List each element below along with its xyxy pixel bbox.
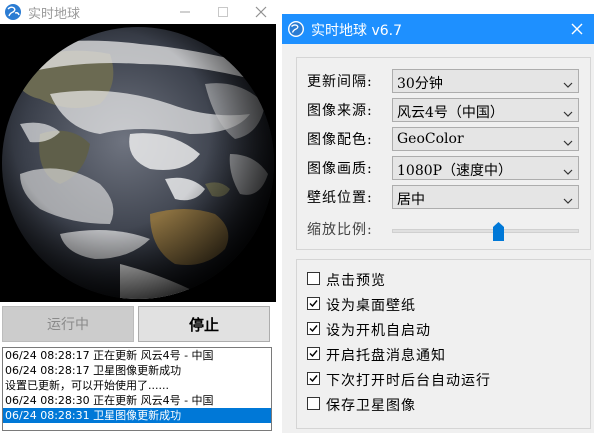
log-line[interactable]: 设置已更新，可以开始使用了......	[3, 378, 271, 393]
chevron-down-icon	[563, 193, 573, 207]
check-icon	[309, 350, 318, 358]
chevron-down-icon	[563, 106, 573, 120]
zoom-slider-track[interactable]	[392, 229, 579, 233]
running-button[interactable]: 运行中	[2, 306, 134, 342]
zoom-slider-thumb[interactable]	[493, 222, 505, 241]
settings-window: 实时地球 v6.7 更新间隔: 30分钟 图像来源: 风云4号（中国） 图像配色…	[282, 14, 594, 433]
globe-icon	[4, 3, 22, 21]
check-icon	[309, 300, 318, 308]
main-titlebar[interactable]: 实时地球	[0, 0, 276, 24]
log-line[interactable]: 06/24 08:28:17 卫星图像更新成功	[3, 363, 271, 378]
interval-select[interactable]: 30分钟	[392, 69, 579, 93]
option-label: 开启托盘消息通知	[326, 348, 446, 364]
position-value: 居中	[397, 192, 425, 208]
option-label: 下次打开时后台自动运行	[326, 373, 491, 389]
chevron-down-icon	[563, 164, 573, 178]
settings-window-title: 实时地球 v6.7	[311, 23, 402, 39]
position-select[interactable]: 居中	[392, 185, 579, 209]
checkbox[interactable]	[307, 372, 320, 385]
minimize-icon[interactable]	[170, 0, 200, 24]
quality-value: 1080P（速度中）	[397, 163, 513, 179]
settings-group: 更新间隔: 30分钟 图像来源: 风云4号（中国） 图像配色: GeoColor…	[296, 57, 591, 250]
check-icon	[309, 375, 318, 383]
checkbox[interactable]	[307, 297, 320, 310]
checkbox[interactable]	[307, 272, 320, 285]
log-line-selected[interactable]: 06/24 08:28:31 卫星图像更新成功	[3, 408, 271, 423]
stop-button[interactable]: 停止	[138, 306, 270, 342]
zoom-label: 缩放比例:	[307, 222, 373, 238]
checkbox[interactable]	[307, 322, 320, 335]
chevron-down-icon	[563, 77, 573, 91]
interval-label: 更新间隔:	[307, 74, 373, 90]
log-list[interactable]: 06/24 08:28:17 正在更新 风云4号 - 中国 06/24 08:2…	[2, 347, 272, 431]
position-label: 壁纸位置:	[307, 190, 373, 206]
globe-icon	[287, 20, 305, 38]
quality-label: 图像画质:	[307, 161, 373, 177]
option-label: 设为开机自启动	[326, 323, 431, 339]
source-label: 图像来源:	[307, 103, 373, 119]
options-group: 点击预览 设为桌面壁纸 设为开机自启动 开启托盘消息通知 下次打开时后台自动运行…	[296, 259, 591, 429]
close-icon[interactable]	[560, 14, 594, 44]
log-line[interactable]: 06/24 08:28:17 正在更新 风云4号 - 中国	[3, 348, 271, 363]
option-label: 点击预览	[326, 273, 386, 289]
quality-select[interactable]: 1080P（速度中）	[392, 156, 579, 180]
log-line[interactable]: 06/24 08:28:30 正在更新 风云4号 - 中国	[3, 393, 271, 408]
settings-titlebar[interactable]: 实时地球 v6.7	[282, 14, 594, 44]
chevron-down-icon	[563, 135, 573, 149]
source-value: 风云4号（中国）	[397, 105, 504, 121]
close-icon[interactable]	[246, 0, 276, 24]
checkbox[interactable]	[307, 347, 320, 360]
main-window: 实时地球 运行中 停止 06/24 08:28:17 正在更新 风云4号 - 中…	[0, 0, 276, 433]
checkbox[interactable]	[307, 397, 320, 410]
color-value: GeoColor	[397, 131, 464, 147]
option-label: 设为桌面壁纸	[326, 298, 416, 314]
color-select[interactable]: GeoColor	[392, 127, 579, 151]
option-label: 保存卫星图像	[326, 398, 416, 414]
maximize-icon[interactable]	[208, 0, 238, 24]
color-label: 图像配色:	[307, 132, 373, 148]
check-icon	[309, 325, 318, 333]
source-select[interactable]: 风云4号（中国）	[392, 98, 579, 122]
earth-image	[0, 24, 276, 302]
interval-value: 30分钟	[397, 76, 443, 92]
main-window-title: 实时地球	[28, 7, 81, 22]
